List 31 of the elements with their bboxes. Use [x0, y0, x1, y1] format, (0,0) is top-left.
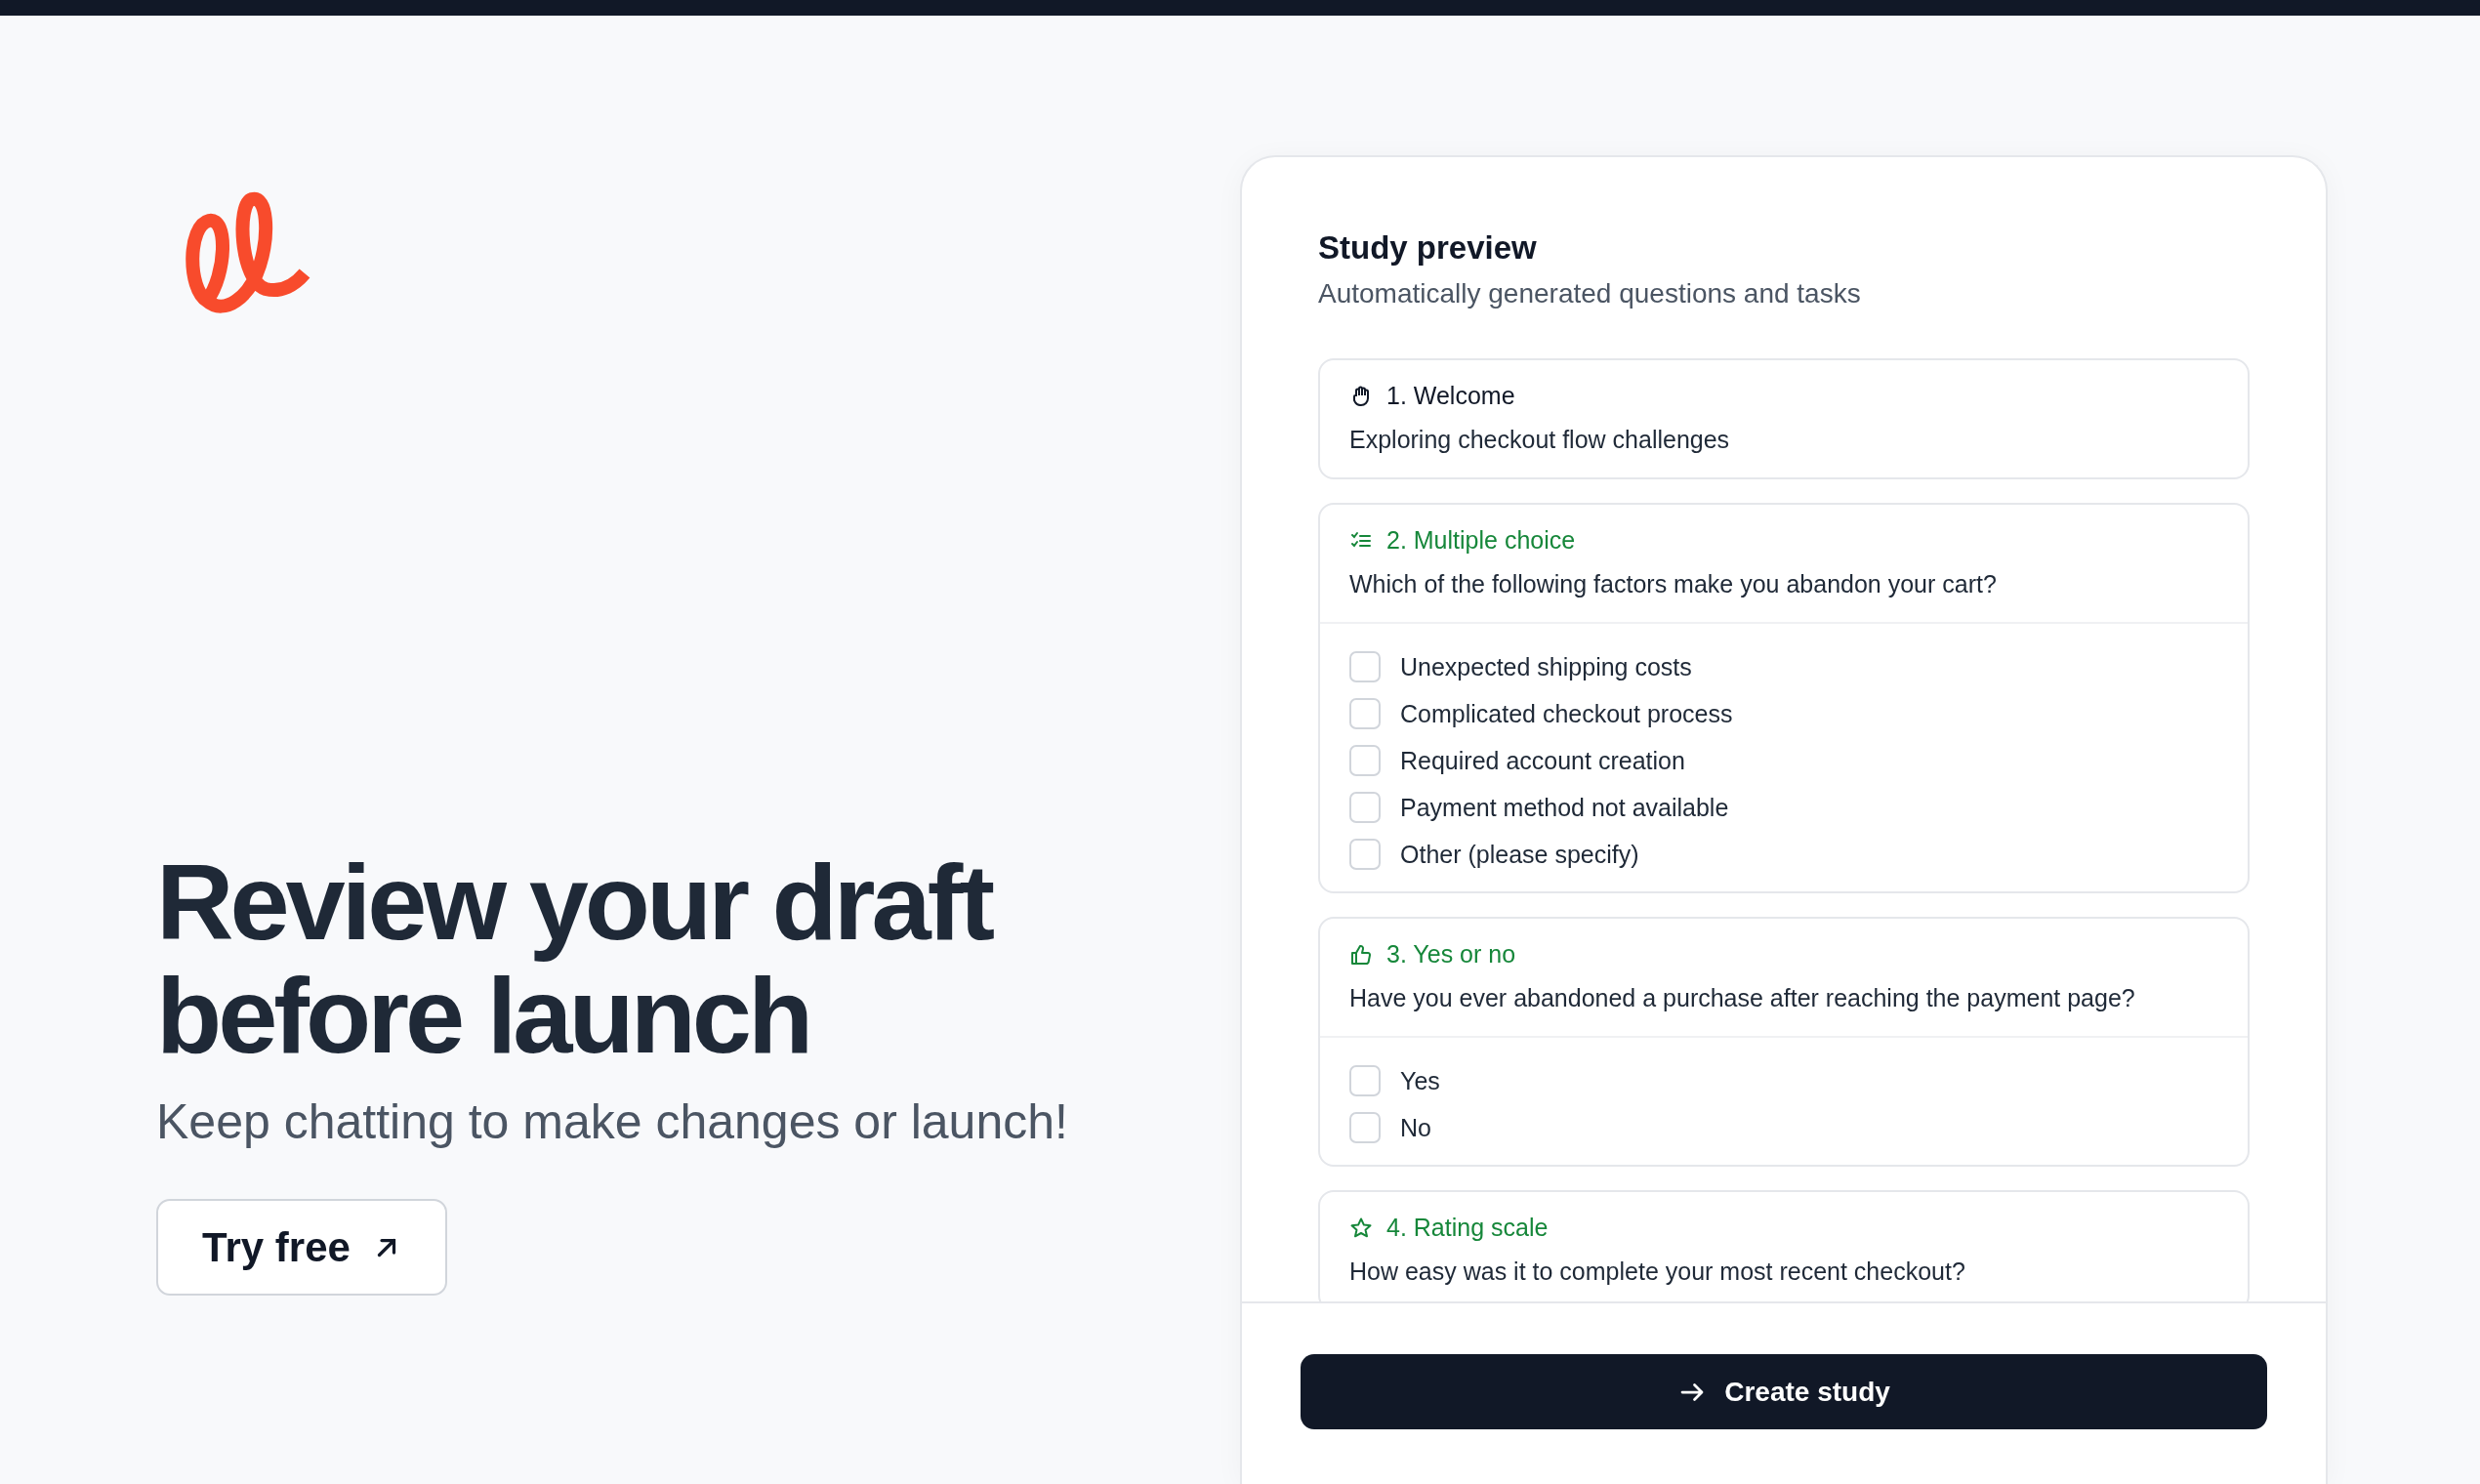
- checkbox[interactable]: [1349, 1065, 1381, 1096]
- headline: Review your draft before launch: [156, 845, 992, 1072]
- checkbox[interactable]: [1349, 1112, 1381, 1143]
- card-title: Study preview: [1318, 229, 1538, 267]
- option-label: Yes: [1400, 1066, 1440, 1095]
- option-label: Payment method not available: [1400, 793, 1729, 822]
- question-label: 2. Multiple choice: [1386, 526, 1576, 555]
- star-icon: [1349, 1216, 1373, 1240]
- question-label: 4. Rating scale: [1386, 1214, 1549, 1242]
- subtitle: Keep chatting to make changes or launch!: [156, 1093, 1068, 1150]
- question-text: Have you ever abandoned a purchase after reaching the payment page?: [1349, 984, 2136, 1012]
- question-text: Which of the following factors make you abandon your cart?: [1349, 570, 1998, 598]
- question-text: How easy was it to complete your most recent checkout?: [1349, 1257, 1966, 1286]
- option-label: Complicated checkout process: [1400, 699, 1733, 728]
- option-label: Unexpected shipping costs: [1400, 652, 1692, 681]
- option-label: Required account creation: [1400, 746, 1685, 775]
- checkbox[interactable]: [1349, 792, 1381, 823]
- question-label: 1. Welcome: [1386, 382, 1515, 410]
- try-free-button[interactable]: Try free: [156, 1199, 447, 1296]
- card-subtitle: Automatically generated questions and tasks: [1318, 278, 1862, 309]
- option-label: Other (please specify): [1400, 840, 1639, 869]
- thumbs-up-icon: [1349, 942, 1373, 967]
- checkbox[interactable]: [1349, 745, 1381, 776]
- checkbox[interactable]: [1349, 698, 1381, 729]
- checkbox[interactable]: [1349, 651, 1381, 682]
- option-label: No: [1400, 1113, 1431, 1142]
- logo-icon: [186, 191, 312, 313]
- checkbox[interactable]: [1349, 839, 1381, 870]
- question-text: Exploring checkout flow challenges: [1349, 426, 1731, 454]
- create-study-button[interactable]: Create study: [1301, 1354, 2267, 1429]
- question-label: 3. Yes or no: [1386, 940, 1516, 969]
